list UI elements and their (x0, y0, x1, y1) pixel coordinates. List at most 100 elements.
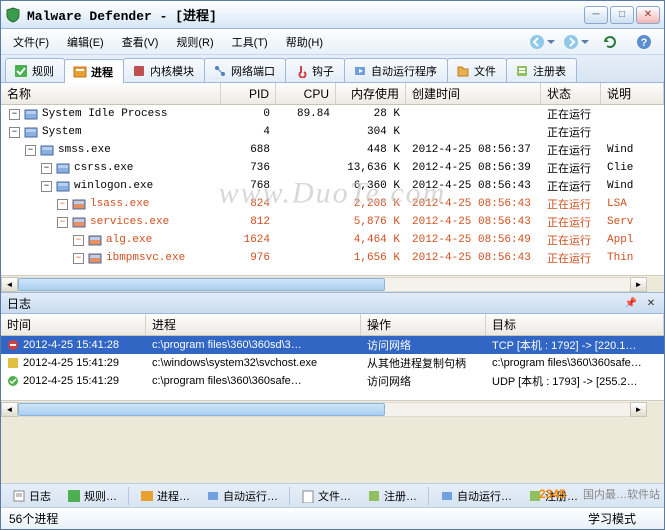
log-scroll-corner (647, 402, 664, 417)
log-proc: c:\windows\system32\svchost.exe (146, 357, 361, 369)
menu-edit[interactable]: 编辑(E) (59, 31, 112, 53)
main-window: Malware Defender - [进程] ─ □ ✕ 文件(F) 编辑(E… (0, 0, 665, 530)
process-desc: Wind (601, 144, 664, 156)
process-status: 正在运行 (541, 142, 601, 158)
log-horizontal-scrollbar[interactable]: ◄ ► (1, 400, 664, 417)
process-row[interactable]: −csrss.exe73613,636 K2012-4-25 08:56:39正… (1, 159, 664, 177)
maximize-button[interactable]: □ (610, 6, 634, 24)
log-col-time[interactable]: 时间 (1, 314, 146, 335)
col-pid[interactable]: PID (221, 83, 276, 104)
process-mem: 6,360 K (336, 180, 406, 192)
tab-hooks[interactable]: 钩子 (285, 58, 345, 82)
titlebar: Malware Defender - [进程] ─ □ ✕ (1, 1, 664, 29)
tree-toggle-icon[interactable]: − (57, 199, 68, 210)
tab-autoruns[interactable]: 自动运行程序 (344, 58, 448, 82)
tab-rules[interactable]: 规则 (5, 58, 65, 82)
process-table-header: 名称 PID CPU 内存使用 创建时间 状态 说明 (1, 83, 664, 105)
processes-icon (73, 65, 87, 79)
col-time[interactable]: 创建时间 (406, 83, 541, 104)
scroll-thumb[interactable] (18, 278, 385, 291)
tree-toggle-icon[interactable]: − (41, 163, 52, 174)
log-scroll-thumb[interactable] (18, 403, 385, 416)
process-mem: 448 K (336, 144, 406, 156)
col-name[interactable]: 名称 (1, 83, 221, 104)
process-row[interactable]: −lsass.exe8242,208 K2012-4-25 08:56:43正在… (1, 195, 664, 213)
col-mem[interactable]: 内存使用 (336, 83, 406, 104)
scroll-left-arrow[interactable]: ◄ (1, 277, 18, 292)
tree-toggle-icon[interactable]: − (57, 217, 68, 228)
nav-forward-button[interactable] (561, 31, 591, 53)
process-row[interactable]: −alg.exe16244,464 K2012-4-25 08:56:49正在运… (1, 231, 664, 249)
log-scroll-right-arrow[interactable]: ► (630, 402, 647, 417)
col-status[interactable]: 状态 (541, 83, 601, 104)
log-time: 2012-4-25 15:41:28 (23, 339, 119, 351)
tree-toggle-icon[interactable]: − (41, 181, 52, 192)
status-mode: 学习模式 (588, 510, 656, 527)
process-pid: 976 (221, 252, 276, 264)
log-row[interactable]: 2012-4-25 15:41:28c:\program files\360\3… (1, 336, 664, 354)
tab-kernel-modules[interactable]: 内核模块 (123, 58, 205, 82)
process-row[interactable]: −ibmpmsvc.exe9761,656 K2012-4-25 08:56:4… (1, 249, 664, 267)
tab-files[interactable]: 文件 (447, 58, 507, 82)
process-name: services.exe (90, 216, 169, 228)
app-shield-icon (5, 7, 21, 23)
close-log-icon[interactable]: ✕ (644, 296, 658, 310)
process-pid: 824 (221, 198, 276, 210)
menu-file[interactable]: 文件(F) (5, 31, 57, 53)
minimize-button[interactable]: ─ (584, 6, 608, 24)
process-name: ibmpmsvc.exe (106, 252, 185, 264)
process-name: System (42, 126, 82, 138)
log-row[interactable]: 2012-4-25 15:41:29c:\program files\360\3… (1, 372, 664, 390)
window-title: Malware Defender - [进程] (27, 5, 584, 24)
process-pid: 812 (221, 216, 276, 228)
close-button[interactable]: ✕ (636, 6, 660, 24)
tree-toggle-icon[interactable]: − (73, 235, 84, 246)
tab-registry-label: 注册表 (533, 63, 566, 79)
tab-registry[interactable]: 注册表 (506, 58, 577, 82)
process-table-body: −System Idle Process089.8428 K正在运行−Syste… (1, 105, 664, 275)
process-row[interactable]: −services.exe8125,876 K2012-4-25 08:56:4… (1, 213, 664, 231)
autoruns-icon (353, 64, 367, 78)
bottom-tab-log[interactable]: 日志 (5, 485, 58, 507)
tree-toggle-icon[interactable]: − (25, 145, 36, 156)
scroll-track[interactable] (18, 277, 630, 292)
process-time: 2012-4-25 08:56:49 (406, 234, 541, 246)
help-button[interactable]: ? (629, 31, 659, 53)
log-scroll-left-arrow[interactable]: ◄ (1, 402, 18, 417)
log-col-proc[interactable]: 进程 (146, 314, 361, 335)
refresh-button[interactable] (595, 31, 625, 53)
scroll-right-arrow[interactable]: ► (630, 277, 647, 292)
pin-icon[interactable]: 📌 (624, 296, 638, 310)
bottom-tab-rules[interactable]: 规则… (60, 485, 124, 507)
tree-toggle-icon[interactable]: − (73, 253, 84, 264)
log-table-header: 时间 进程 操作 目标 (1, 314, 664, 336)
col-desc[interactable]: 说明 (601, 83, 664, 104)
col-cpu[interactable]: CPU (276, 83, 336, 104)
menu-tools[interactable]: 工具(T) (224, 31, 276, 53)
bottom-tab-registry[interactable]: 注册… (360, 485, 424, 507)
process-row[interactable]: −System Idle Process089.8428 K正在运行 (1, 105, 664, 123)
tree-toggle-icon[interactable]: − (9, 127, 20, 138)
log-scroll-track[interactable] (18, 402, 630, 417)
process-name: winlogon.exe (74, 180, 153, 192)
bottom-tab-autoruns[interactable]: 自动运行… (199, 485, 285, 507)
process-row[interactable]: −smss.exe688448 K2012-4-25 08:56:37正在运行W… (1, 141, 664, 159)
process-row[interactable]: −System4304 K正在运行 (1, 123, 664, 141)
bottom-tab-autoruns2[interactable]: 自动运行… (433, 485, 519, 507)
nav-back-button[interactable] (527, 31, 557, 53)
log-col-op[interactable]: 操作 (361, 314, 486, 335)
tree-toggle-icon[interactable]: − (9, 109, 20, 120)
log-row[interactable]: 2012-4-25 15:41:29c:\windows\system32\sv… (1, 354, 664, 372)
bottom-tab-processes[interactable]: 进程… (133, 485, 197, 507)
horizontal-scrollbar[interactable]: ◄ ► (1, 275, 664, 292)
menu-rules[interactable]: 规则(R) (168, 31, 221, 53)
tab-network-ports[interactable]: 网络端口 (204, 58, 286, 82)
bottom-tab-files[interactable]: 文件… (294, 485, 358, 507)
log-panel-header: 日志 📌 ✕ (1, 292, 664, 314)
menu-view[interactable]: 查看(V) (114, 31, 167, 53)
process-row[interactable]: −winlogon.exe7686,360 K2012-4-25 08:56:4… (1, 177, 664, 195)
menu-help[interactable]: 帮助(H) (278, 31, 331, 53)
log-col-tgt[interactable]: 目标 (486, 314, 664, 335)
tab-processes[interactable]: 进程 (64, 59, 124, 83)
process-pid: 736 (221, 162, 276, 174)
